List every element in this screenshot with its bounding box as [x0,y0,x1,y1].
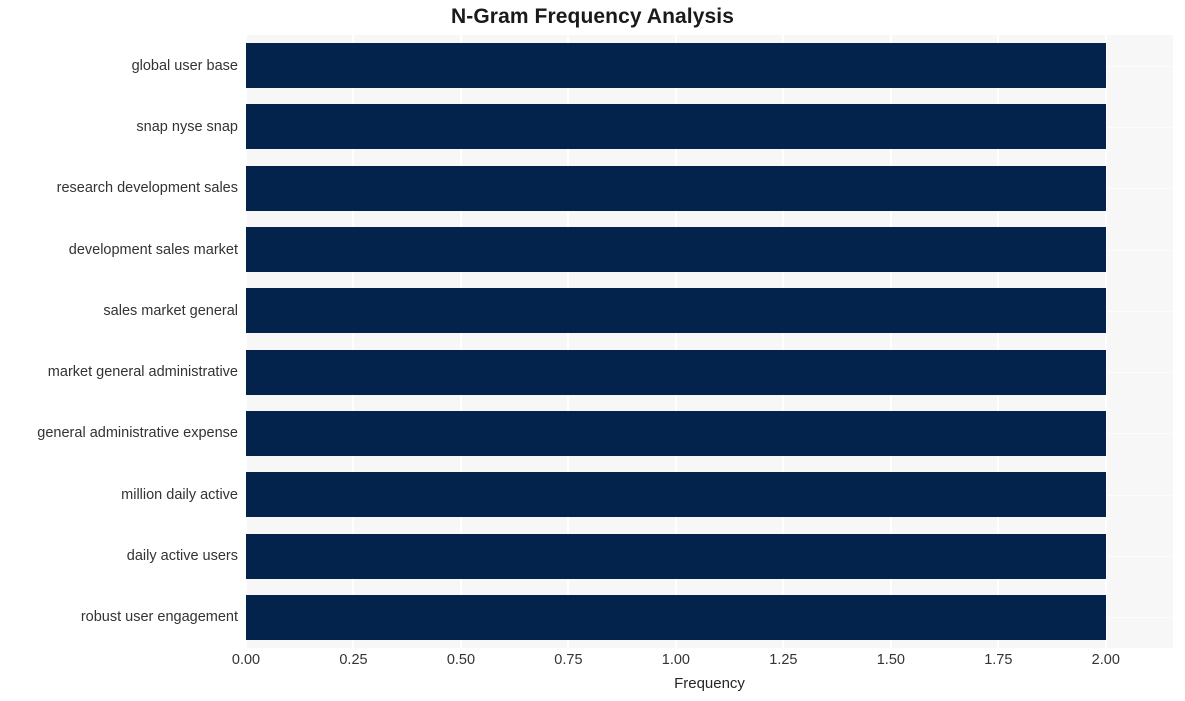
x-axis-title: Frequency [674,675,745,692]
bar[interactable] [246,472,1106,517]
x-tick-label: 1.00 [661,652,691,668]
bar[interactable] [246,166,1106,211]
y-tick-label: global user base [131,58,238,74]
bar[interactable] [246,411,1106,456]
y-tick-label: snap nyse snap [136,119,238,135]
x-tick-label: 0.75 [554,652,583,668]
bar[interactable] [246,227,1106,272]
x-tick-label: 0.25 [339,652,368,668]
y-axis-tick-labels: global user base snap nyse snap research d… [0,35,238,648]
bar[interactable] [246,350,1106,395]
y-tick-label: general administrative expense [37,425,238,441]
bar[interactable] [246,534,1106,579]
chart-title: N-Gram Frequency Analysis [451,5,734,28]
bars-layer [246,35,1173,648]
x-axis-tick-labels: 0.00 0.25 0.50 0.75 1.00 1.25 1.50 1.75 2.00 [0,652,1185,674]
plot-area [246,35,1173,648]
y-tick-label: sales market general [103,303,238,319]
bar[interactable] [246,104,1106,149]
ngram-frequency-chart: N-Gram Frequency Analysis global user ba… [0,0,1185,701]
x-tick-label: 2.00 [1091,652,1120,668]
y-tick-label: robust user engagement [80,609,238,625]
y-tick-label: development sales market [68,242,238,258]
x-tick-label: 1.50 [876,652,905,668]
y-tick-label: million daily active [121,487,238,503]
bar[interactable] [246,43,1106,88]
y-tick-label: research development sales [56,180,238,196]
bar[interactable] [246,288,1106,333]
y-tick-label: market general administrative [47,364,238,380]
bar[interactable] [246,595,1106,640]
y-tick-label: daily active users [126,548,238,564]
x-tick-label: 1.75 [984,652,1013,668]
x-tick-label: 0.50 [446,652,476,668]
x-tick-label: 0.00 [231,652,261,668]
x-tick-label: 1.25 [769,652,798,668]
